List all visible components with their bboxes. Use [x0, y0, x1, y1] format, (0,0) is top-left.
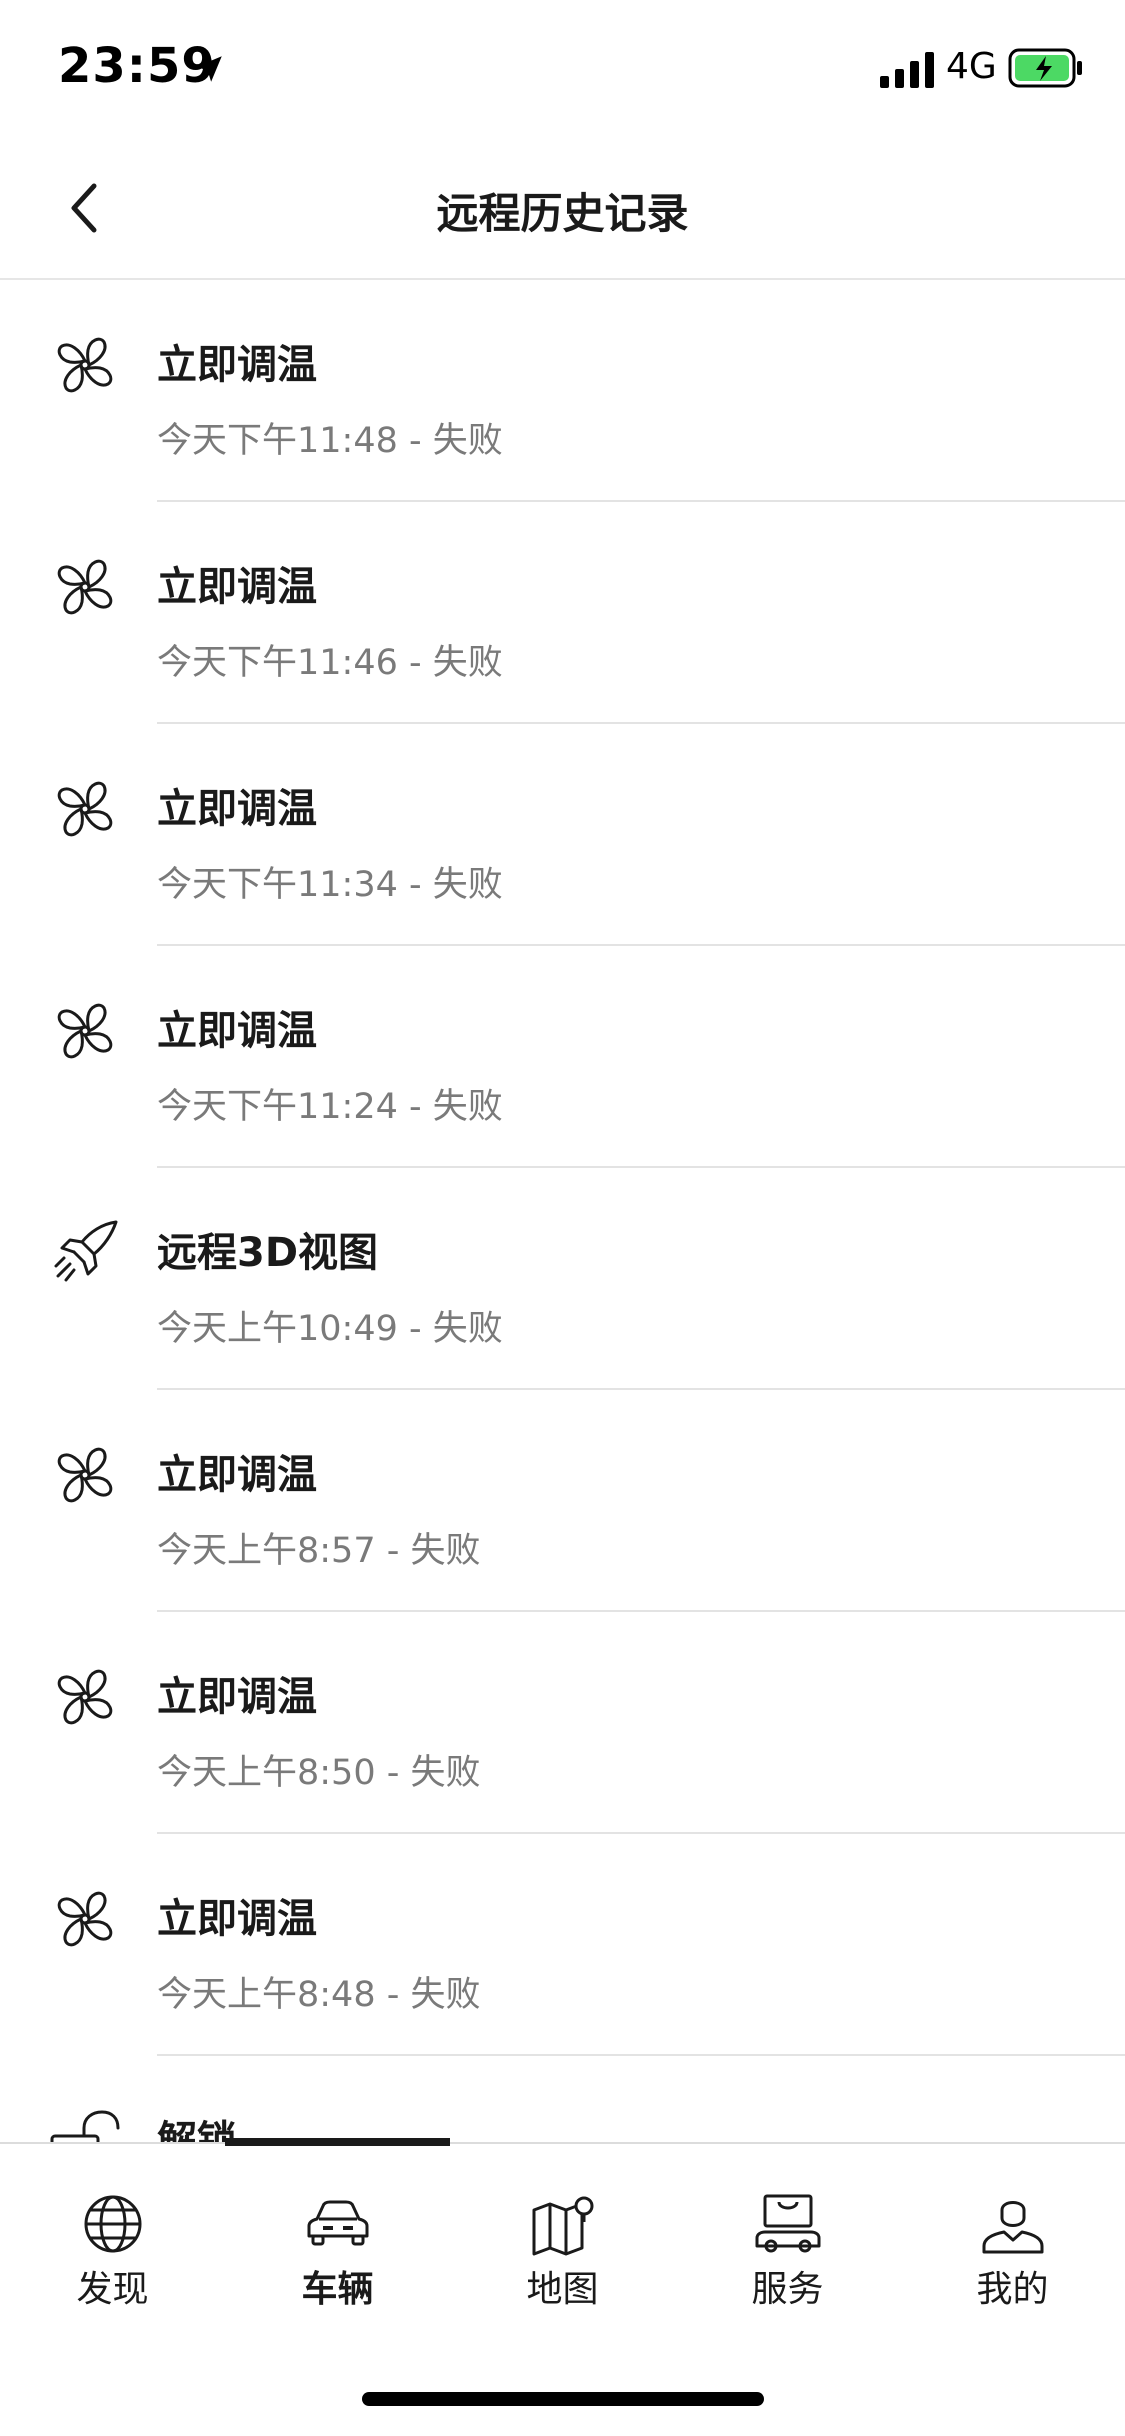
- network-type: 4G: [946, 46, 997, 87]
- list-item[interactable]: 立即调温 今天上午8:50 - 失败: [0, 1612, 1125, 1834]
- item-subtitle: 今天上午8:50 - 失败: [157, 1753, 481, 1793]
- map-icon: [532, 2196, 594, 2256]
- list-item[interactable]: 远程3D视图 今天上午10:49 - 失败: [0, 1168, 1125, 1390]
- unlock-icon: [50, 2110, 120, 2142]
- item-subtitle: 今天上午8:48 - 失败: [157, 1975, 481, 2015]
- tab-label: 车辆: [301, 2269, 374, 2310]
- nav-header: 远程历史记录: [0, 140, 1125, 280]
- item-title: 立即调温: [157, 1008, 317, 1054]
- battery-icon: [1008, 48, 1082, 88]
- item-title: 立即调温: [157, 1896, 317, 1942]
- list-item[interactable]: 立即调温 今天下午11:34 - 失败: [0, 724, 1125, 946]
- item-title: 立即调温: [157, 1674, 317, 1720]
- fan-icon: [57, 1003, 113, 1059]
- item-subtitle: 今天下午11:24 - 失败: [157, 1087, 503, 1127]
- fan-icon: [57, 1447, 113, 1503]
- item-title: 立即调温: [157, 786, 317, 832]
- fan-icon: [57, 559, 113, 615]
- list-item[interactable]: 立即调温 今天上午8:57 - 失败: [0, 1390, 1125, 1612]
- car-icon: [307, 2200, 369, 2246]
- tab-label: 地图: [526, 2269, 599, 2310]
- tab-discover[interactable]: 发现: [0, 2144, 225, 2344]
- item-subtitle: 今天下午11:48 - 失败: [157, 421, 503, 461]
- fan-icon: [57, 781, 113, 837]
- item-subtitle: 今天上午10:49 - 失败: [157, 1309, 503, 1349]
- tab-services[interactable]: 服务: [675, 2144, 900, 2344]
- screen: 23:59 4G 远程历史记录 立即调温 今天下午11:48 - 失败 立即调温…: [0, 0, 1125, 2436]
- list-item[interactable]: 立即调温 今天下午11:48 - 失败: [0, 280, 1125, 502]
- item-subtitle: 今天下午11:34 - 失败: [157, 865, 503, 905]
- tab-label: 我的: [976, 2269, 1049, 2310]
- status-bar: 23:59 4G: [0, 0, 1125, 140]
- globe-icon: [84, 2195, 142, 2253]
- fan-icon: [57, 1669, 113, 1725]
- list-item[interactable]: 立即调温 今天上午8:48 - 失败: [0, 1834, 1125, 2056]
- tab-profile[interactable]: 我的: [900, 2144, 1125, 2344]
- tab-label: 服务: [751, 2269, 824, 2310]
- item-subtitle: 今天下午11:46 - 失败: [157, 643, 503, 683]
- satellite-icon: [54, 1220, 118, 1282]
- fan-icon: [57, 337, 113, 393]
- item-title: 立即调温: [157, 1452, 317, 1498]
- page-title: 远程历史记录: [436, 189, 689, 238]
- tab-vehicle[interactable]: 车辆: [225, 2144, 450, 2344]
- tab-label: 发现: [76, 2269, 149, 2310]
- home-indicator[interactable]: [362, 2392, 764, 2406]
- shopping-bag-icon: [755, 2194, 821, 2253]
- item-title: 立即调温: [157, 342, 317, 388]
- item-title: 远程3D视图: [157, 1230, 379, 1276]
- item-title: 立即调温: [157, 564, 317, 610]
- signal-icon: [880, 52, 934, 88]
- list-item[interactable]: 立即调温 今天下午11:24 - 失败: [0, 946, 1125, 1168]
- location-arrow-icon: [196, 56, 222, 82]
- person-icon: [982, 2201, 1044, 2254]
- item-title: 解锁: [157, 2118, 237, 2142]
- item-subtitle: 今天上午8:57 - 失败: [157, 1531, 481, 1571]
- tab-map[interactable]: 地图: [450, 2144, 675, 2344]
- history-list: 立即调温 今天下午11:48 - 失败 立即调温 今天下午11:46 - 失败: [0, 280, 1125, 2142]
- list-item[interactable]: 解锁: [0, 2056, 1125, 2142]
- list-item[interactable]: 立即调温 今天下午11:46 - 失败: [0, 502, 1125, 724]
- fan-icon: [57, 1891, 113, 1947]
